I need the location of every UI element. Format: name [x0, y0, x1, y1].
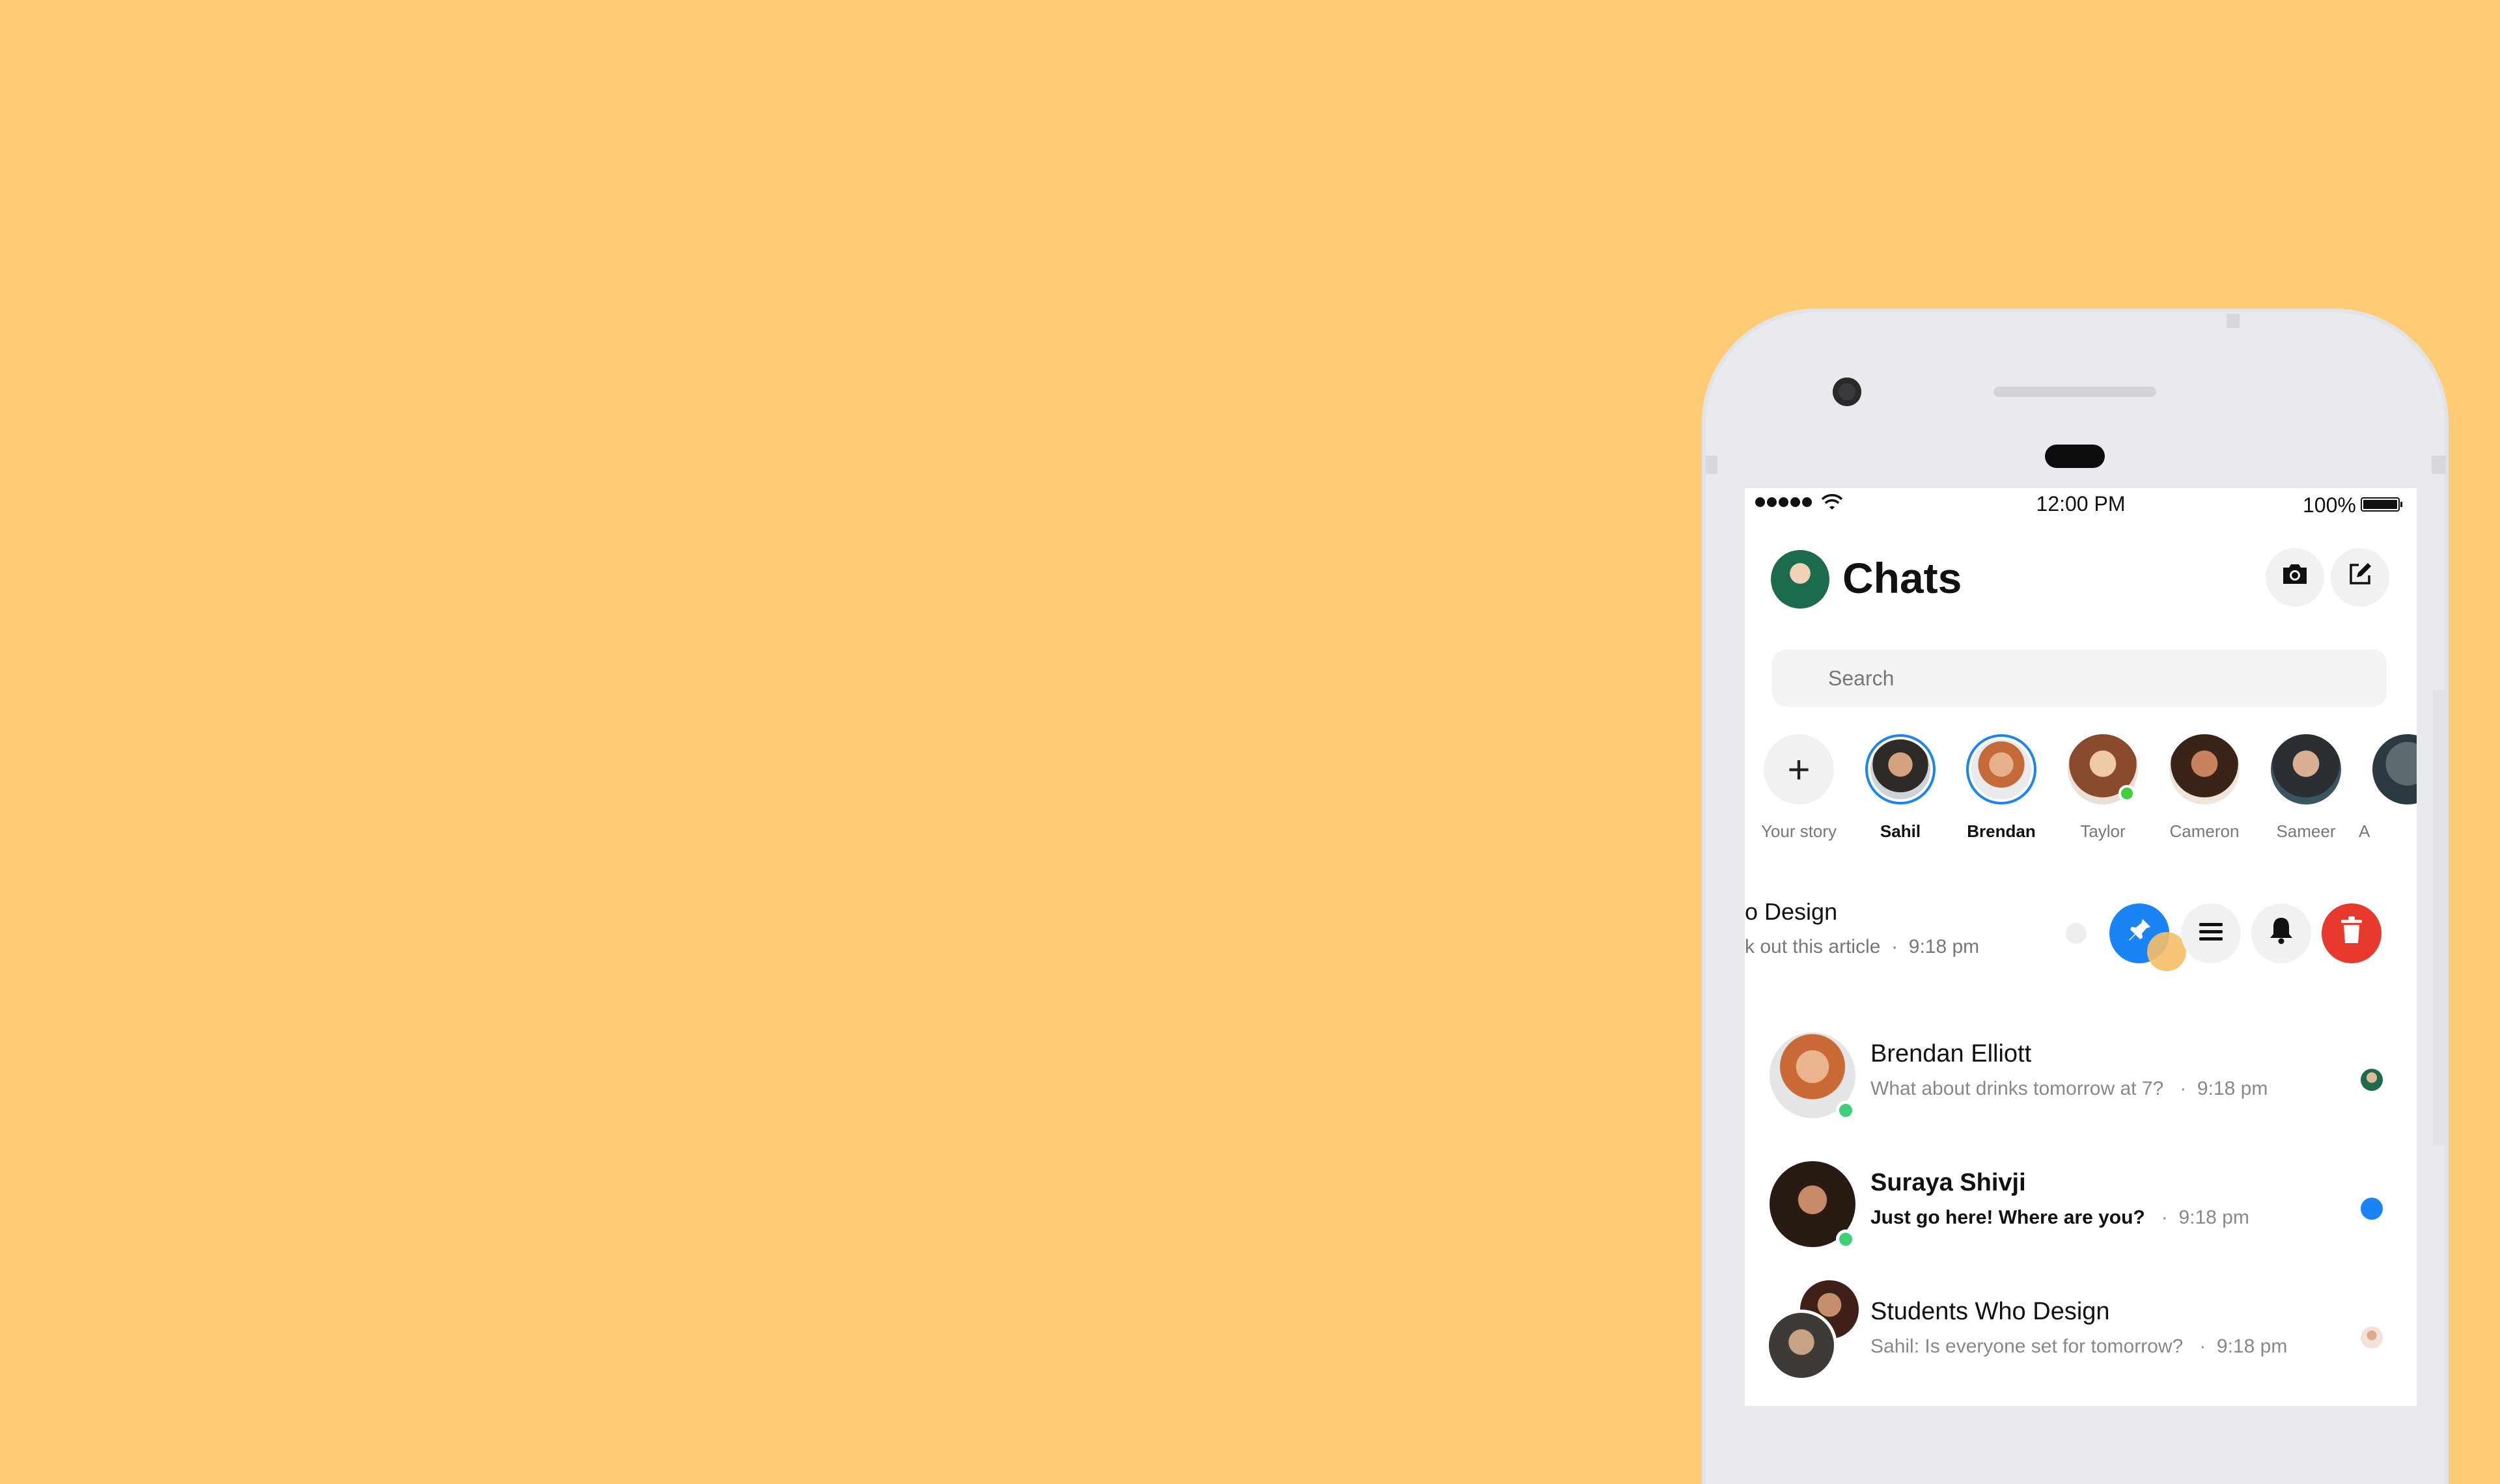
story-brendan[interactable]: Brendan	[1952, 734, 2050, 842]
story-ring	[1966, 734, 2036, 804]
chat-preview: Just go here! Where are you? · 9:18 pm	[1870, 1207, 2249, 1228]
profile-avatar[interactable]	[1771, 550, 1829, 609]
avatar	[1971, 739, 2031, 799]
phone-side-button	[2432, 456, 2446, 474]
online-indicator	[2118, 785, 2135, 802]
story-ring	[1865, 734, 1936, 804]
story-ring	[2068, 734, 2138, 804]
camera-icon	[2281, 562, 2309, 592]
compose-icon	[2347, 561, 2373, 594]
chat-row[interactable]: Brendan Elliott What about drinks tomorr…	[1745, 1013, 2417, 1123]
story-name: Sahil	[1880, 821, 1921, 841]
story-name: Sameer	[2276, 821, 2336, 841]
page-title: Chats	[1842, 554, 1962, 602]
sensor-pill	[2045, 445, 2105, 468]
story-name: A	[2359, 821, 2370, 841]
phone-side-button	[1706, 456, 1717, 474]
more-button[interactable]	[2181, 903, 2241, 963]
chat-row[interactable]: Students Who Design Sahil: Is everyone s…	[1745, 1271, 2417, 1381]
story-partial[interactable]: A	[2359, 734, 2417, 842]
avatar	[2169, 734, 2240, 804]
online-indicator	[1836, 1101, 1855, 1120]
story-name: Taylor	[2080, 821, 2126, 841]
chat-name: o Design	[1745, 898, 1838, 925]
avatar	[2271, 734, 2341, 804]
plus-icon: +	[1764, 734, 1834, 804]
phone-top-button	[2227, 314, 2240, 328]
phone-screen: 12:00 PM 100% Chats + Your story Sahil B…	[1745, 488, 2417, 1406]
story-cameron[interactable]: Cameron	[2156, 734, 2253, 842]
compose-button[interactable]	[2331, 548, 2389, 607]
menu-icon	[2198, 919, 2224, 948]
story-name: Brendan	[1967, 821, 2036, 841]
story-sahil[interactable]: Sahil	[1852, 734, 1949, 842]
status-bar: 12:00 PM 100%	[1745, 488, 2417, 521]
story-name: Your story	[1760, 821, 1837, 841]
seen-avatar	[2361, 1326, 2383, 1349]
avatar	[2372, 734, 2417, 804]
group-avatar	[1766, 1310, 1837, 1381]
chat-name: Students Who Design	[1870, 1298, 2110, 1325]
story-ring	[2169, 734, 2240, 804]
chat-preview: k out this article · 9:18 pm	[1745, 936, 1980, 957]
phone-volume-strip	[2433, 690, 2447, 1146]
chat-row[interactable]: Suraya Shivji Just go here! Where are yo…	[1745, 1142, 2417, 1252]
chat-preview: What about drinks tomorrow at 7? · 9:18 …	[1870, 1078, 2268, 1099]
seen-avatar	[2361, 1069, 2383, 1091]
camera-button[interactable]	[2266, 548, 2324, 607]
chat-preview: Sahil: Is everyone set for tomorrow? · 9…	[1870, 1336, 2288, 1357]
chat-name: Suraya Shivji	[1870, 1169, 2026, 1196]
story-taylor[interactable]: Taylor	[2054, 734, 2152, 842]
story-name: Cameron	[2169, 821, 2240, 841]
story-ring	[2271, 734, 2341, 804]
touch-indicator	[2147, 932, 2186, 971]
bell-icon	[2268, 916, 2294, 951]
online-indicator	[1836, 1230, 1855, 1249]
story-sameer[interactable]: Sameer	[2257, 734, 2355, 842]
search-input[interactable]	[1772, 650, 2387, 707]
chat-name: Brendan Elliott	[1870, 1040, 2032, 1067]
earpiece-speaker	[1993, 387, 2156, 397]
story-ring	[2372, 734, 2417, 804]
battery-icon	[2361, 497, 2402, 512]
delete-button[interactable]	[2322, 903, 2382, 963]
unread-dot	[2361, 1198, 2383, 1220]
mute-button[interactable]	[2251, 903, 2311, 963]
front-camera	[1833, 378, 1861, 406]
status-dot	[2066, 923, 2087, 944]
battery-percentage: 100%	[2303, 493, 2356, 517]
story-your-story[interactable]: + Your story	[1750, 734, 1848, 842]
trash-icon	[2339, 916, 2364, 951]
avatar	[1870, 739, 1930, 799]
